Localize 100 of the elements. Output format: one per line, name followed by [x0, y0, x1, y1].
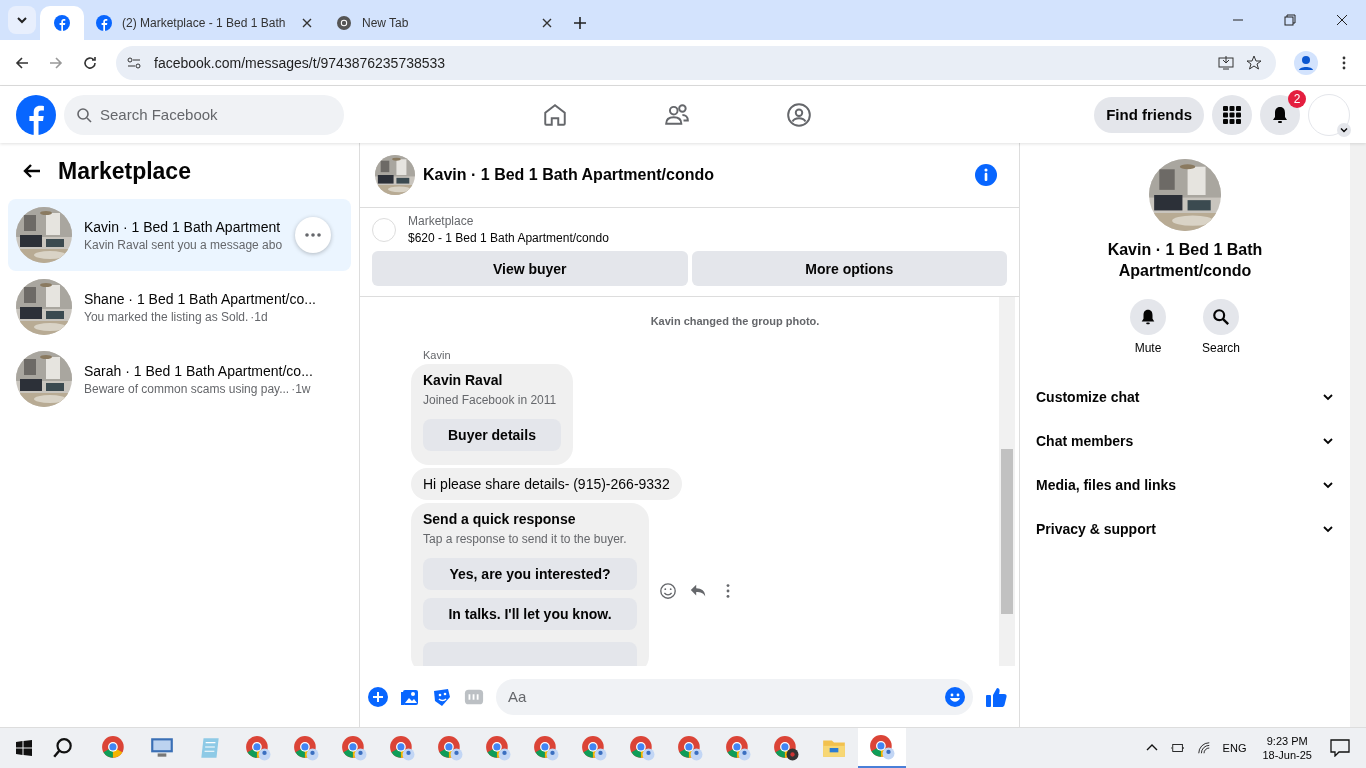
notifications-button[interactable] — [1260, 94, 1300, 135]
bell-icon — [1139, 308, 1157, 326]
message-bubble: Hi please share details- (915)-266-9332 — [411, 468, 682, 500]
clock[interactable]: 9:23 PM 18-Jun-25 — [1262, 735, 1312, 761]
chrome-profile-icon — [869, 734, 895, 760]
chrome-profile-icon — [629, 735, 655, 761]
listing-button[interactable]: View buyer — [372, 251, 688, 286]
new-tab-icon[interactable] — [574, 17, 586, 29]
buyer-details-button[interactable]: Buyer details — [423, 419, 561, 451]
facebook-logo[interactable] — [16, 94, 56, 135]
wifi-icon[interactable] — [1196, 741, 1211, 755]
conversation-title: Kavin · 1 Bed 1 Bath Apartment — [84, 218, 282, 235]
plus-icon[interactable] — [368, 686, 388, 707]
message-time: ·1w — [291, 381, 311, 396]
profile-icon[interactable] — [1294, 50, 1318, 75]
ellipsis-icon — [305, 233, 321, 237]
quick-response-button[interactable]: In talks. I'll let you know. — [423, 598, 637, 630]
chrome-profile-icon — [245, 735, 271, 761]
emoji-icon[interactable] — [945, 686, 965, 707]
back-icon[interactable] — [14, 54, 30, 71]
restore-icon[interactable] — [1284, 14, 1296, 26]
quick-response-title: Send a quick response — [423, 511, 576, 527]
listing-title: $620 - 1 Bed 1 Bath Apartment/condo — [408, 231, 609, 245]
quick-response-subtitle: Tap a response to send it to the buyer. — [423, 532, 627, 546]
battery-icon[interactable] — [1170, 741, 1185, 755]
friends-icon[interactable] — [664, 101, 690, 128]
chevron-icon — [16, 14, 28, 26]
close-icon[interactable] — [542, 18, 552, 28]
close-icon[interactable] — [1336, 14, 1348, 26]
chrome-profile-icon — [341, 735, 367, 761]
message-field[interactable]: Aa — [496, 678, 973, 715]
find-friends-button[interactable]: Find friends — [1094, 96, 1204, 133]
action-label: Mute — [1134, 341, 1162, 355]
buyer-subtitle: Joined Facebook in 2011 — [423, 393, 557, 407]
scrollbar[interactable] — [999, 297, 1015, 666]
browser-tab[interactable]: (2) Marketplace - 1 Bed 1 Bath — [84, 6, 324, 40]
mute-button[interactable] — [1130, 299, 1166, 335]
menu-button[interactable] — [1212, 94, 1252, 135]
facebook-icon — [96, 15, 112, 31]
chrome-profile-icon — [437, 735, 463, 761]
chrome-icon — [101, 735, 127, 761]
search-field[interactable]: Search Facebook — [64, 94, 344, 135]
section-header[interactable]: Customize chat — [1036, 375, 1334, 419]
like-icon[interactable] — [985, 685, 1007, 708]
conversation-item[interactable]: Kavin · 1 Bed 1 Bath Apartment Kavin Raval sent you a message abo — [8, 199, 351, 271]
conversation-item[interactable]: Shane · 1 Bed 1 Bath Apartment/co... You marked the listing as Sold. ·1d — [8, 271, 351, 343]
conversation-title: Sarah · 1 Bed 1 Bath Apartment/co... — [84, 362, 314, 379]
chat-title: Kavin · 1 Bed 1 Bath Apartment/condo — [423, 166, 714, 184]
search-button[interactable] — [1203, 299, 1239, 335]
search-icon[interactable] — [52, 737, 74, 759]
section-header[interactable]: Chat members — [1036, 419, 1334, 463]
star-icon[interactable] — [1246, 54, 1262, 71]
chrome-profile-icon — [773, 735, 799, 761]
search-icon — [1212, 308, 1230, 326]
chrome-profile-icon — [389, 735, 415, 761]
facebook-icon — [54, 15, 70, 31]
emoji-icon[interactable] — [659, 582, 677, 600]
tab-list-button[interactable] — [8, 6, 36, 34]
grid-icon — [1222, 104, 1242, 125]
chrome-profile-icon — [293, 735, 319, 761]
forward-icon[interactable] — [48, 54, 64, 71]
sticker-icon[interactable] — [432, 686, 452, 707]
reload-icon[interactable] — [82, 54, 98, 71]
section-header[interactable]: Privacy & support — [1036, 507, 1334, 551]
chrome-profile-icon — [581, 735, 607, 761]
section-header[interactable]: Media, files and links — [1036, 463, 1334, 507]
listing-button[interactable]: More options — [691, 251, 1007, 286]
close-icon[interactable] — [302, 18, 312, 28]
conversation-item[interactable]: Sarah · 1 Bed 1 Bath Apartment/co... Beware of common scams using pay... ·1w — [8, 343, 351, 415]
info-icon[interactable] — [975, 164, 997, 186]
site-settings-icon — [126, 54, 142, 71]
install-icon[interactable] — [1218, 54, 1234, 71]
groups-icon[interactable] — [786, 101, 812, 128]
action-label: Search — [1202, 341, 1240, 355]
message-preview: Beware of common scams using pay... — [84, 381, 290, 396]
conversation-name: Kavin · 1 Bed 1 Bath Apartment/condo — [1106, 240, 1264, 281]
chrome-profile-icon — [677, 735, 703, 761]
page-title: Marketplace — [58, 157, 191, 185]
search-icon — [76, 106, 92, 123]
browser-tab[interactable] — [40, 6, 84, 40]
scrollbar[interactable] — [1350, 143, 1366, 727]
message-time: ·1d — [250, 309, 268, 324]
notification-icon[interactable] — [1330, 739, 1350, 757]
address-bar[interactable]: facebook.com/messages/t/9743876235738533 — [116, 45, 1276, 80]
language-indicator[interactable]: ENG — [1222, 742, 1247, 754]
start-icon[interactable] — [16, 740, 32, 756]
buyer-name: Kavin Raval — [423, 372, 503, 388]
chevron-icon — [1337, 122, 1351, 137]
bell-icon — [1270, 104, 1290, 125]
home-icon[interactable] — [542, 101, 568, 128]
message-preview: You marked the listing as Sold. — [84, 309, 249, 324]
message-preview: Kavin Raval sent you a message abo — [84, 237, 283, 252]
chrome-profile-icon — [485, 735, 511, 761]
notification-badge: 2 — [1288, 89, 1306, 108]
listing-label: Marketplace — [408, 214, 475, 228]
chrome-profile-icon — [533, 735, 559, 761]
chrome-icon — [336, 15, 352, 31]
browser-tab[interactable]: New Tab — [324, 6, 564, 40]
conversation-title: Shane · 1 Bed 1 Bath Apartment/co... — [84, 290, 317, 307]
quick-response-button[interactable]: Yes, are you interested? — [423, 558, 637, 590]
